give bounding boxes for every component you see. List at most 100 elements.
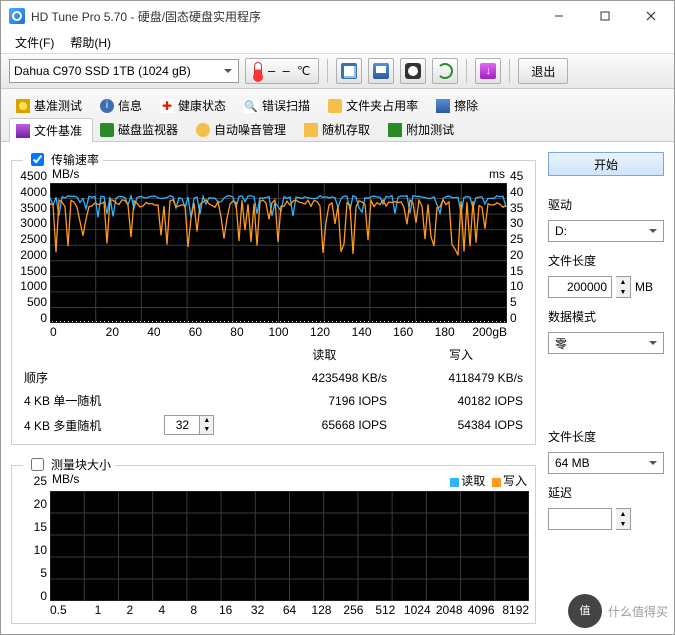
separator — [466, 59, 467, 83]
legend-read-swatch — [450, 478, 459, 487]
app-window: HD Tune Pro 5.70 - 硬盘/固态硬盘实用程序 文件(F) 帮助(… — [0, 0, 675, 635]
delay-input[interactable] — [548, 508, 612, 530]
titlebar: HD Tune Pro 5.70 - 硬盘/固态硬盘实用程序 — [1, 1, 674, 31]
block-size-checkbox[interactable]: 测量块大小 — [23, 455, 115, 474]
file-length-input[interactable] — [548, 276, 612, 298]
separator — [327, 59, 328, 83]
chart2-x-axis: 0.512481632641282565121024204840968192 — [50, 601, 529, 617]
spin-up[interactable]: ▲ — [200, 416, 213, 425]
results-table: 读取 写入 顺序 4235498 KB/s 4118479 KB/s 4 KB … — [18, 343, 529, 438]
tab-label: 健康状态 — [178, 97, 226, 114]
data-mode-label: 数据模式 — [548, 308, 664, 325]
start-button[interactable]: 开始 — [548, 152, 664, 176]
file-length2-select[interactable]: 64 MB — [548, 452, 664, 474]
file-length-unit: MB — [635, 280, 653, 294]
tab-error-scan[interactable]: 错误扫描 — [237, 93, 321, 117]
file-length2-value: 64 MB — [555, 456, 590, 470]
tab-random-access[interactable]: 随机存取 — [297, 117, 381, 141]
tab-label: 自动噪音管理 — [214, 121, 286, 138]
lightbulb-icon — [16, 99, 30, 113]
row-seq-label: 顺序 — [18, 366, 158, 389]
thermometer-icon — [254, 62, 262, 80]
menu-file[interactable]: 文件(F) — [7, 32, 62, 53]
toolbar: Dahua C970 SSD 1TB (1024 gB) — — ℃ 退出 — [1, 53, 674, 89]
tab-label: 文件基准 — [34, 122, 82, 139]
row-4k-single-write: 40182 IOPS — [393, 389, 529, 412]
info-icon — [100, 99, 114, 113]
transfer-rate-checkbox[interactable]: 传输速率 — [23, 150, 103, 169]
tab-label: 附加测试 — [406, 121, 454, 138]
screenshot-button[interactable] — [400, 58, 426, 84]
refresh-button[interactable] — [432, 58, 458, 84]
drive-value: D: — [555, 224, 567, 238]
folder-icon — [328, 99, 342, 113]
tab-disk-monitor[interactable]: 磁盘监视器 — [93, 117, 189, 141]
menubar: 文件(F) 帮助(H) — [1, 31, 674, 53]
tab-information[interactable]: 信息 — [93, 93, 153, 117]
refresh-icon — [437, 63, 453, 79]
queue-depth-input[interactable] — [165, 416, 199, 434]
tab-file-benchmark[interactable]: 文件基准 — [9, 118, 93, 142]
delay-label: 延迟 — [548, 484, 664, 501]
separator — [509, 59, 510, 83]
transfer-rate-body: 450040003500300025002000150010005000 MB/… — [11, 160, 536, 445]
save-button[interactable] — [368, 58, 394, 84]
close-button[interactable] — [628, 1, 674, 31]
transfer-rate-check-input[interactable] — [31, 153, 44, 166]
tab-erase[interactable]: 擦除 — [429, 93, 489, 117]
chart2-y-axis: 2520151050 — [18, 472, 50, 617]
chart1-y-axis-left: 450040003500300025002000150010005000 — [18, 167, 50, 339]
queue-depth-spinner[interactable]: ▲▼ — [164, 415, 214, 435]
tab-label: 基准测试 — [34, 97, 82, 114]
copy-button[interactable] — [336, 58, 362, 84]
exit-label: 退出 — [531, 63, 555, 80]
drive-select[interactable]: D: — [548, 220, 664, 242]
right-sidebar: 开始 驱动 D: 文件长度 ▲▼ MB 数据模式 零 文件长度 64 MB 延迟… — [548, 150, 664, 624]
row-4k-multi-write: 54384 IOPS — [393, 412, 529, 438]
device-select[interactable]: Dahua C970 SSD 1TB (1024 gB) — [9, 59, 239, 83]
data-mode-select[interactable]: 零 — [548, 332, 664, 354]
row-4k-single-label: 4 KB 单一随机 — [18, 389, 158, 412]
temperature-display[interactable]: — — ℃ — [245, 58, 319, 84]
file-length2-label: 文件长度 — [548, 428, 664, 445]
tab-label: 擦除 — [454, 97, 478, 114]
window-controls — [536, 1, 674, 31]
tab-label: 随机存取 — [322, 121, 370, 138]
block-size-check-input[interactable] — [31, 458, 44, 471]
row-4k-single-read: 7196 IOPS — [256, 389, 393, 412]
arrow-down-icon — [480, 63, 496, 79]
monitor-icon — [100, 123, 114, 137]
extra-icon — [388, 123, 402, 137]
spin-down[interactable]: ▼ — [200, 425, 213, 434]
block-size-group: 测量块大小 2520151050 MB/s 读取 写入 — [11, 455, 536, 624]
options-button[interactable] — [475, 58, 501, 84]
app-icon — [9, 8, 25, 24]
tab-folder-usage[interactable]: 文件夹占用率 — [321, 93, 429, 117]
file-length-stepper[interactable]: ▲▼ — [616, 276, 631, 298]
copy-icon — [341, 63, 357, 79]
menu-help[interactable]: 帮助(H) — [62, 32, 119, 53]
chart1-x-axis: 020406080100120140160180200gB — [50, 323, 507, 339]
maximize-button[interactable] — [582, 1, 628, 31]
watermark-text: 什么值得买 — [608, 603, 668, 620]
legend-read-label: 读取 — [461, 474, 485, 488]
block-size-body: 2520151050 MB/s 读取 写入 0.5124816326412825… — [11, 465, 536, 624]
watermark: 值 什么值得买 — [568, 594, 668, 628]
col-write: 写入 — [393, 343, 529, 366]
tab-label: 信息 — [118, 97, 142, 114]
exit-button[interactable]: 退出 — [518, 58, 568, 84]
tab-extra-tests[interactable]: 附加测试 — [381, 117, 465, 141]
minimize-button[interactable] — [536, 1, 582, 31]
tab-row-2: 文件基准 磁盘监视器 自动噪音管理 随机存取 附加测试 — [1, 117, 674, 141]
tab-benchmark[interactable]: 基准测试 — [9, 93, 93, 117]
delay-stepper[interactable]: ▲▼ — [616, 508, 631, 530]
row-4k-multi-label: 4 KB 多重随机 — [18, 412, 158, 438]
tab-aam[interactable]: 自动噪音管理 — [189, 117, 297, 141]
data-mode-value: 零 — [555, 335, 567, 352]
chart1-wrap: 450040003500300025002000150010005000 MB/… — [18, 167, 529, 339]
delay-field: ▲▼ — [548, 508, 664, 530]
tab-health[interactable]: 健康状态 — [153, 93, 237, 117]
row-seq-write: 4118479 KB/s — [393, 366, 529, 389]
col-read: 读取 — [256, 343, 393, 366]
start-label: 开始 — [594, 156, 618, 173]
